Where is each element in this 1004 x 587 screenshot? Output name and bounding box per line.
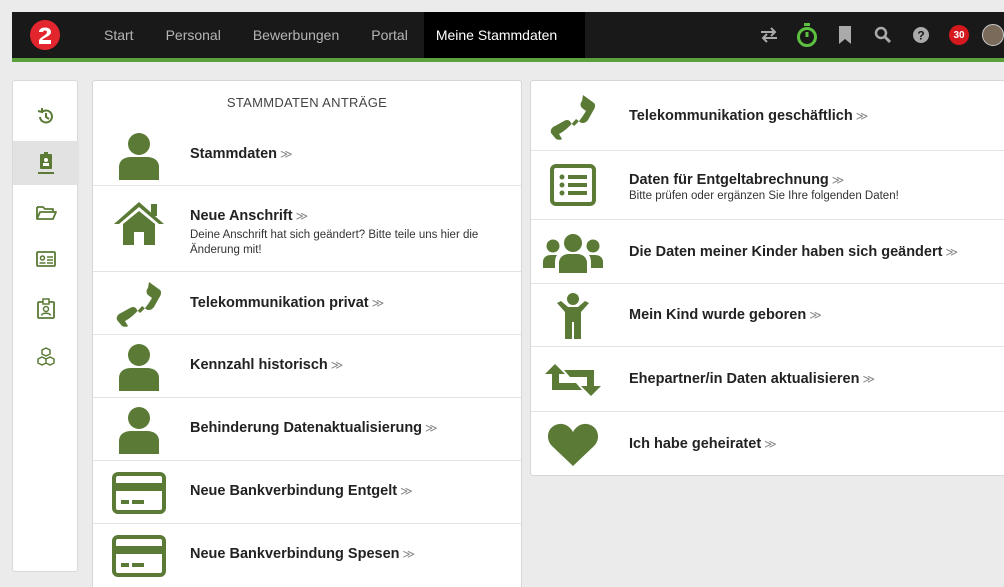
- chevron-down-icon: ≫: [831, 173, 845, 187]
- list-item-neue-anschrift[interactable]: Neue Anschrift ≫ Deine Anschrift hat sich…: [93, 186, 521, 272]
- list-item-telekommunikation-privat[interactable]: Telekommunikation privat ≫: [93, 272, 521, 335]
- help-icon[interactable]: ?: [902, 12, 940, 58]
- nav-start[interactable]: Start: [88, 12, 150, 58]
- cubes-icon: [37, 347, 55, 366]
- chevron-down-icon: ≫: [425, 421, 438, 435]
- nav-portal[interactable]: Portal: [355, 12, 424, 58]
- list-item-telekommunikation-geschaeftlich[interactable]: Telekommunikation geschäftlich ≫: [531, 81, 1004, 151]
- stammdaten-antraege-panel: STAMMDATEN ANTRÄGE Stammdaten ≫ Neue Ansc…: [92, 80, 522, 587]
- person-icon: [109, 131, 169, 181]
- panel-title: STAMMDATEN ANTRÄGE: [226, 95, 388, 110]
- search-icon[interactable]: [864, 12, 902, 58]
- notification-badge: 30: [949, 25, 969, 45]
- chevron-down-icon: ≫: [330, 358, 344, 372]
- chevron-down-icon: ≫: [809, 308, 822, 322]
- item-title: Telekommunikation privat ≫: [190, 295, 385, 311]
- list-item-bankverbindung-entgelt[interactable]: Neue Bankverbindung Entgelt ≫: [93, 461, 521, 524]
- sidebar-item-history[interactable]: [13, 95, 79, 139]
- chevron-down-icon: ≫: [400, 484, 413, 498]
- sidebar-item-id-badge[interactable]: [13, 287, 79, 331]
- history-icon: [37, 108, 53, 124]
- sidebar-item-cubes[interactable]: [13, 335, 79, 379]
- item-description: Bitte prüfen oder ergänzen Sie Ihre folg…: [629, 190, 899, 202]
- item-title: Neue Bankverbindung Spesen ≫: [190, 546, 416, 562]
- chevron-down-icon: ≫: [371, 296, 385, 310]
- item-title: Die Daten meiner Kinder haben sich geänd…: [629, 244, 959, 260]
- sidebar-item-id-card[interactable]: [13, 237, 79, 281]
- credit-card-icon: [109, 532, 169, 580]
- id-card-icon: [36, 251, 56, 267]
- notifications-button[interactable]: 30: [940, 12, 978, 58]
- swap-icon[interactable]: [750, 12, 788, 58]
- stopwatch-icon[interactable]: [788, 12, 826, 58]
- list-item-entgeltabrechnung[interactable]: Daten für Entgeltabrechnung ≫ Bitte prüfe…: [531, 151, 1004, 220]
- logo-icon: [39, 27, 51, 44]
- house-icon: [109, 198, 169, 248]
- list-item-behinderung[interactable]: Behinderung Datenaktualisierung ≫: [93, 398, 521, 461]
- bookmark-icon[interactable]: [826, 12, 864, 58]
- list-item-kennzahl-historisch[interactable]: Kennzahl historisch ≫: [93, 335, 521, 398]
- svg-text:?: ?: [917, 29, 924, 43]
- accent-bar: [12, 58, 1004, 62]
- phone-icon: [109, 279, 169, 329]
- item-title: Telekommunikation geschäftlich ≫: [629, 108, 869, 124]
- nav-meine-stammdaten[interactable]: Meine Stammdaten: [423, 12, 586, 58]
- chevron-down-icon: ≫: [402, 547, 416, 561]
- item-title: Stammdaten ≫: [190, 146, 293, 162]
- list-item-stammdaten[interactable]: Stammdaten ≫: [93, 123, 521, 186]
- nav-personal[interactable]: Personal: [150, 12, 237, 58]
- item-title: Kennzahl historisch ≫: [190, 357, 344, 373]
- chevron-down-icon: ≫: [295, 209, 309, 223]
- top-navigation: Start Personal Bewerbungen Portal Meine …: [12, 12, 1004, 58]
- credit-card-icon: [109, 469, 169, 517]
- chevron-down-icon: ≫: [764, 437, 777, 451]
- list-item-geheiratet[interactable]: Ich habe geheiratet ≫: [531, 412, 1004, 476]
- sidebar-item-folder[interactable]: [13, 191, 79, 235]
- retweet-icon: [543, 357, 603, 403]
- app-logo[interactable]: [30, 20, 60, 50]
- sidebar-item-badge[interactable]: [13, 141, 79, 185]
- child-icon: [543, 292, 603, 340]
- phone-icon: [543, 93, 603, 141]
- sidebar: [12, 80, 79, 572]
- folder-icon: [36, 206, 57, 220]
- chevron-down-icon: ≫: [280, 147, 293, 161]
- chevron-down-icon: ≫: [862, 372, 876, 386]
- nav-bewerbungen[interactable]: Bewerbungen: [237, 12, 355, 58]
- person-icon: [109, 405, 169, 455]
- item-title: Ich habe geheiratet ≫: [629, 436, 777, 452]
- list-item-ehepartner[interactable]: Ehepartner/in Daten aktualisieren ≫: [531, 347, 1004, 412]
- chevron-down-icon: ≫: [855, 109, 869, 123]
- heart-icon: [543, 422, 603, 468]
- person-icon: [109, 342, 169, 392]
- group-icon: [543, 230, 603, 276]
- id-badge-icon: [37, 298, 55, 319]
- item-title: Behinderung Datenaktualisierung ≫: [190, 420, 438, 436]
- list-item-kinder-daten[interactable]: Die Daten meiner Kinder haben sich geänd…: [531, 220, 1004, 284]
- item-description: Deine Anschrift hat sich geändert? Bitte…: [190, 229, 479, 256]
- antraege-panel-right: Telekommunikation geschäftlich ≫ Daten fü…: [530, 80, 1004, 476]
- item-title: Neue Anschrift ≫: [190, 208, 309, 224]
- item-title: Neue Bankverbindung Entgelt ≫: [190, 483, 413, 499]
- avatar[interactable]: [982, 24, 1004, 46]
- chevron-down-icon: ≫: [945, 245, 959, 259]
- list-item-kind-geboren[interactable]: Mein Kind wurde geboren ≫: [531, 284, 1004, 347]
- item-title: Mein Kind wurde geboren ≫: [629, 307, 822, 323]
- badge-icon: [38, 152, 54, 174]
- list-item-bankverbindung-spesen[interactable]: Neue Bankverbindung Spesen ≫: [93, 524, 521, 587]
- list-icon: [543, 161, 603, 209]
- item-title: Ehepartner/in Daten aktualisieren ≫: [629, 371, 876, 387]
- item-title: Daten für Entgeltabrechnung ≫: [629, 172, 845, 188]
